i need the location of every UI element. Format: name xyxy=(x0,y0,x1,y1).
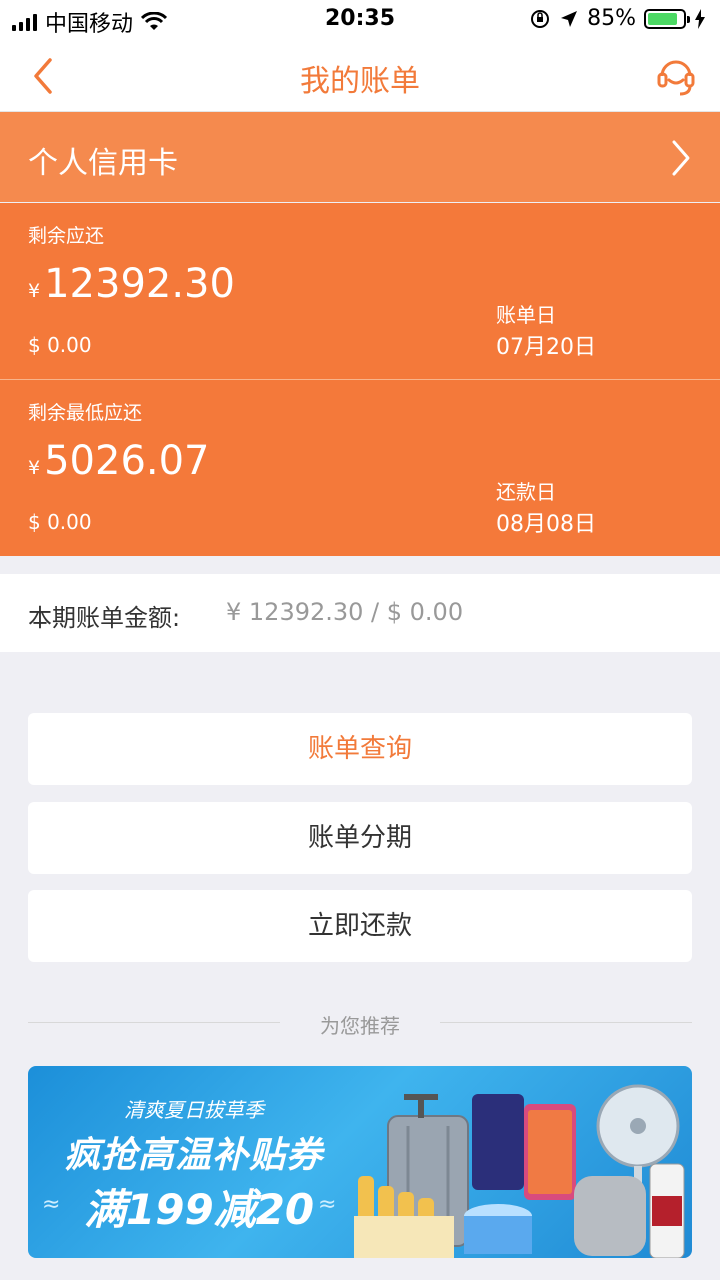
due-date-value: 08月08日 xyxy=(496,512,596,537)
min-payment-label: 剩余最低应还 xyxy=(28,402,143,424)
bill-query-button[interactable]: 账单查询 xyxy=(28,713,692,785)
min-payment-panel: 剩余最低应还 ¥ 5026.07 $ 0.00 还款日 08月08日 xyxy=(0,380,720,556)
charging-bolt-icon xyxy=(695,8,705,29)
remaining-amount: ¥ 12392.30 xyxy=(28,261,235,307)
navigation-bar: 我的账单 xyxy=(0,40,720,112)
statement-amount-value: ¥ 12392.30 / $ 0.00 xyxy=(226,598,464,626)
statement-date-label: 账单日 xyxy=(496,303,556,327)
banner-subtitle: 清爽夏日拔草季 xyxy=(124,1098,264,1122)
recommend-title: 为您推荐 xyxy=(320,1014,400,1038)
currency-symbol: ¥ xyxy=(28,280,41,302)
chevron-right-icon xyxy=(672,140,690,176)
status-right: 85% xyxy=(529,6,706,31)
divider xyxy=(440,1022,692,1023)
wave-icon: ≈ xyxy=(42,1192,61,1217)
card-name: 个人信用卡 xyxy=(28,146,178,181)
status-bar: 中国移动 20:35 85% xyxy=(0,0,720,40)
remaining-label: 剩余应还 xyxy=(28,225,105,247)
card-selector[interactable]: 个人信用卡 xyxy=(0,112,720,202)
due-date-label: 还款日 xyxy=(496,480,556,504)
promo-banner[interactable]: 清爽夏日拔草季 疯抢高温补贴券 ≈ 满199减20 ≈ xyxy=(28,1066,692,1258)
banner-title: 疯抢高温补贴券 xyxy=(64,1135,324,1176)
remaining-amount-value: 12392.30 xyxy=(44,261,235,307)
wave-icon: ≈ xyxy=(318,1192,337,1217)
page-title: 我的账单 xyxy=(300,64,420,99)
min-payment-usd: $ 0.00 xyxy=(28,510,92,534)
battery-percent: 85% xyxy=(587,6,636,31)
banner-promo: 满199减20 xyxy=(84,1185,315,1234)
min-payment-amount: ¥ 5026.07 xyxy=(28,438,210,484)
recommend-section-header: 为您推荐 xyxy=(28,1008,692,1038)
remaining-balance-panel: 剩余应还 ¥ 12392.30 $ 0.00 账单日 07月20日 xyxy=(0,203,720,379)
battery-fill xyxy=(648,12,677,25)
min-payment-amount-value: 5026.07 xyxy=(44,438,210,484)
customer-service-icon[interactable] xyxy=(654,52,698,100)
rotation-lock-icon xyxy=(531,9,550,28)
repay-now-button[interactable]: 立即还款 xyxy=(28,890,692,962)
bill-installment-button[interactable]: 账单分期 xyxy=(28,802,692,874)
statement-amount-label: 本期账单金额: xyxy=(28,604,181,632)
statement-summary: 本期账单金额: ¥ 12392.30 / $ 0.00 xyxy=(0,574,720,652)
battery-icon xyxy=(644,8,690,29)
remaining-usd: $ 0.00 xyxy=(28,333,92,357)
currency-symbol: ¥ xyxy=(28,457,41,479)
location-arrow-icon xyxy=(561,10,578,27)
products-illustration xyxy=(354,1084,685,1258)
statement-date-value: 07月20日 xyxy=(496,335,596,360)
